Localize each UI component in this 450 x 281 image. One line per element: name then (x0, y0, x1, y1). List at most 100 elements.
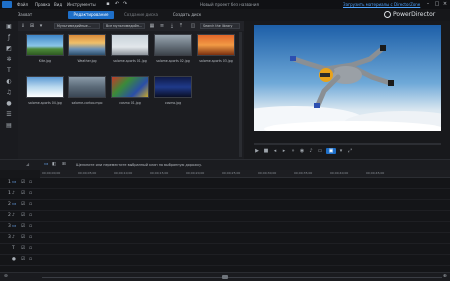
thumbnail-cartoon[interactable] (68, 76, 106, 98)
thumbnail-cosmo-01[interactable] (111, 76, 149, 98)
track-header-audio-2[interactable]: 2 ♪ ☑ ▫ (0, 211, 40, 222)
tab-create-disc[interactable]: Создать диск (168, 11, 206, 19)
track-enable-checkbox[interactable]: ☑ (21, 180, 25, 185)
transition-room-icon[interactable]: ◐ (5, 78, 13, 86)
chapter-icon[interactable]: ☰ (5, 111, 13, 119)
play-icon[interactable]: ▶ (254, 148, 260, 154)
title-room-icon[interactable]: T (5, 67, 13, 75)
track-enable-checkbox[interactable]: ☑ (21, 224, 25, 229)
track-lane-title[interactable] (40, 244, 450, 255)
fit-timeline-icon[interactable]: ⊞ (62, 162, 66, 167)
storyboard-toggle-icon[interactable]: ▭ (44, 162, 48, 167)
track-enable-checkbox[interactable]: ☑ (21, 246, 25, 251)
stop-icon[interactable]: ■ (263, 148, 269, 154)
track-lock-icon[interactable]: ▫ (29, 246, 32, 251)
track-lock-icon[interactable]: ▫ (29, 224, 32, 229)
menu-file[interactable]: Файл (17, 2, 28, 7)
track-enable-checkbox[interactable]: ☑ (21, 213, 25, 218)
fx-room-icon[interactable]: ƒ (5, 34, 13, 42)
track-enable-checkbox[interactable]: ☑ (21, 235, 25, 240)
download-icon[interactable]: ⤓ (169, 23, 175, 29)
track-lock-icon[interactable]: ▫ (29, 202, 32, 207)
thumbnail-sports-03[interactable] (197, 34, 235, 56)
sort-icon[interactable]: ≡ (159, 23, 165, 29)
track-lane-audio-3[interactable] (40, 233, 450, 244)
track-header-video-1[interactable]: 1 ▭ ☑ ▫ (0, 178, 40, 189)
maximize-icon[interactable]: □ (433, 1, 441, 8)
zoom-in-icon[interactable]: ⊕ (443, 274, 447, 279)
track-lane-voice[interactable] (40, 255, 450, 266)
zoom-out-icon[interactable]: ⊖ (4, 274, 8, 279)
track-header-video-2[interactable]: 2 ▭ ☑ ▫ (0, 200, 40, 211)
library-search-input[interactable]: Search the library (200, 23, 240, 29)
track-lock-icon[interactable]: ▫ (29, 213, 32, 218)
filter-icon[interactable]: ▾ (38, 23, 44, 29)
preview-scrubber[interactable] (254, 143, 441, 145)
subtitle-icon[interactable]: ▤ (5, 122, 13, 130)
menu-edit[interactable]: Правка (35, 2, 50, 7)
import-icon[interactable]: ⇓ (20, 23, 26, 29)
snapshot-icon[interactable]: ◉ (299, 148, 305, 154)
menu-view[interactable]: Вид (54, 2, 62, 7)
audio-mixing-icon[interactable]: ♫ (5, 89, 13, 97)
track-lock-icon[interactable]: ▫ (29, 257, 32, 262)
track-header-audio-3[interactable]: 3 ♪ ☑ ▫ (0, 233, 40, 244)
track-enable-checkbox[interactable]: ☑ (21, 202, 25, 207)
fast-forward-icon[interactable]: » (290, 148, 296, 154)
library-type-dropdown[interactable]: Мультимедийные... (54, 23, 100, 29)
thumbnail-sports-04[interactable] (26, 76, 64, 98)
track-lane-video-3[interactable] (40, 222, 450, 233)
media-room-icon[interactable]: ▣ (5, 23, 13, 31)
track-enable-checkbox[interactable]: ☑ (21, 257, 25, 262)
upload-icon[interactable]: ⤒ (178, 23, 184, 29)
volume-icon[interactable]: ♪ (308, 148, 314, 154)
track-header-title[interactable]: T ☑ ▫ (0, 244, 40, 255)
save-icon[interactable]: ▪ (104, 1, 112, 8)
quality-icon[interactable]: ▭ (316, 148, 324, 154)
track-header-audio-1[interactable]: 1 ♪ ☑ ▫ (0, 189, 40, 200)
plugin-icon[interactable]: ⊞ (29, 23, 35, 29)
voiceover-icon[interactable]: ● (5, 100, 13, 108)
directorzone-link[interactable]: Загрузить материалы с DirectorZone (343, 2, 420, 7)
tab-produce[interactable]: Создание диска (118, 11, 164, 19)
library-scrollbar[interactable] (239, 32, 242, 157)
thumbnail-sports-01[interactable] (111, 34, 149, 56)
close-icon[interactable]: × (441, 1, 449, 8)
tab-capture[interactable]: Захват (12, 11, 38, 19)
timeline-ruler[interactable]: 00;00;00;00 00;00;05;00 00;00;10;00 00;0… (40, 170, 450, 178)
snap-icon[interactable]: ⊿ (26, 163, 30, 168)
thumbnail-cosmo[interactable] (154, 76, 192, 98)
redo-icon[interactable]: ↷ (121, 1, 129, 8)
grid-view-icon[interactable]: ▦ (149, 23, 155, 29)
track-lane-video-1[interactable] (40, 178, 450, 189)
track-lane-video-2[interactable] (40, 200, 450, 211)
pip-room-icon[interactable]: ◩ (5, 45, 13, 53)
track-manager-icon[interactable]: ◧ (52, 162, 56, 167)
zoom-slider[interactable] (42, 277, 442, 278)
undo-icon[interactable]: ↶ (113, 1, 121, 8)
menu-tools[interactable]: Инструменты (67, 2, 96, 7)
thumbnail-kite[interactable] (26, 34, 64, 56)
tab-edit[interactable]: Редактирование (68, 11, 114, 19)
track-header-voice[interactable]: ● ☑ ▫ (0, 255, 40, 266)
track-lane-audio-2[interactable] (40, 211, 450, 222)
fullscreen-icon[interactable]: ⤢ (347, 148, 353, 154)
library-filter-dropdown[interactable]: Все мультимедийн... (103, 23, 145, 29)
zoom-slider-thumb[interactable] (222, 275, 228, 279)
track-lane-audio-1[interactable] (40, 189, 450, 200)
track-lock-icon[interactable]: ▫ (29, 191, 32, 196)
track-header-video-3[interactable]: 3 ▭ ☑ ▫ (0, 222, 40, 233)
track-enable-checkbox[interactable]: ☑ (21, 191, 25, 196)
previous-frame-icon[interactable]: ◂ (272, 148, 278, 154)
3d-mode-icon[interactable]: ▣ (326, 148, 336, 154)
next-frame-icon[interactable]: ▸ (281, 148, 287, 154)
particle-room-icon[interactable]: ✲ (5, 56, 13, 64)
dock-icon[interactable]: ▾ (338, 148, 344, 154)
view-icon[interactable]: ◫ (190, 23, 196, 29)
track-lock-icon[interactable]: ▫ (29, 235, 32, 240)
track-lock-icon[interactable]: ▫ (29, 180, 32, 185)
thumbnail-weather[interactable] (68, 34, 106, 56)
thumbnail-caption: salome-sports 03.jpg (199, 59, 233, 63)
minimize-icon[interactable]: – (424, 1, 432, 8)
thumbnail-sports-02[interactable] (154, 34, 192, 56)
